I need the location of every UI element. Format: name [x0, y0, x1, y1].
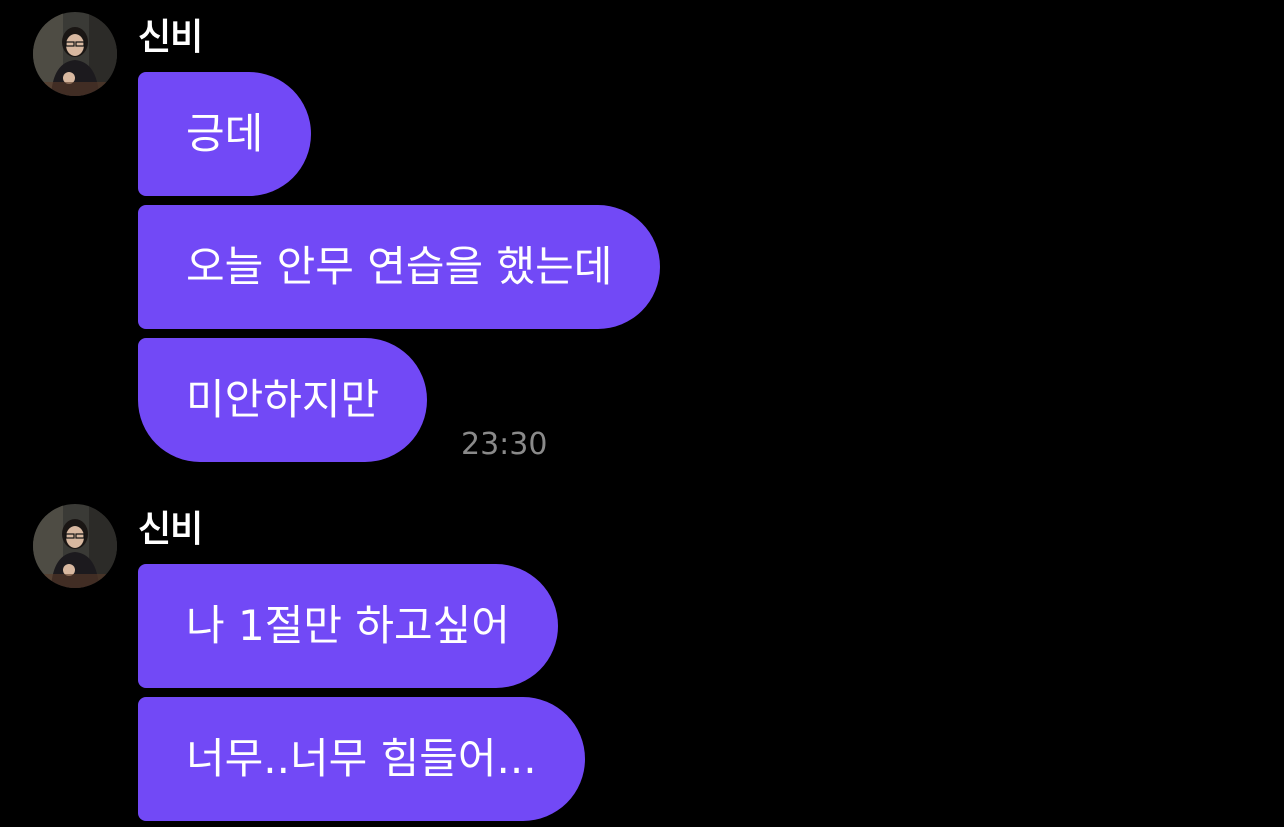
- sender-name: 신비: [138, 509, 203, 550]
- chat-screen: 신비 긍데 오늘 안무 연습을 했는데 미안하지만 23:30 신비 나 1절만…: [0, 0, 1284, 827]
- message-bubble[interactable]: 미안하지만: [138, 338, 428, 462]
- message-bubble[interactable]: 긍데: [138, 72, 312, 196]
- message-bubble[interactable]: 너무..너무 힘들어...: [138, 697, 585, 821]
- avatar-photo-icon: [33, 12, 117, 96]
- message-bubble[interactable]: 나 1절만 하고싶어: [138, 564, 558, 688]
- avatar-photo-icon: [33, 504, 117, 588]
- avatar[interactable]: [33, 504, 117, 588]
- avatar[interactable]: [33, 12, 117, 96]
- message-bubble[interactable]: 오늘 안무 연습을 했는데: [138, 205, 661, 329]
- sender-name: 신비: [138, 17, 203, 58]
- message-time: 23:30: [461, 427, 548, 462]
